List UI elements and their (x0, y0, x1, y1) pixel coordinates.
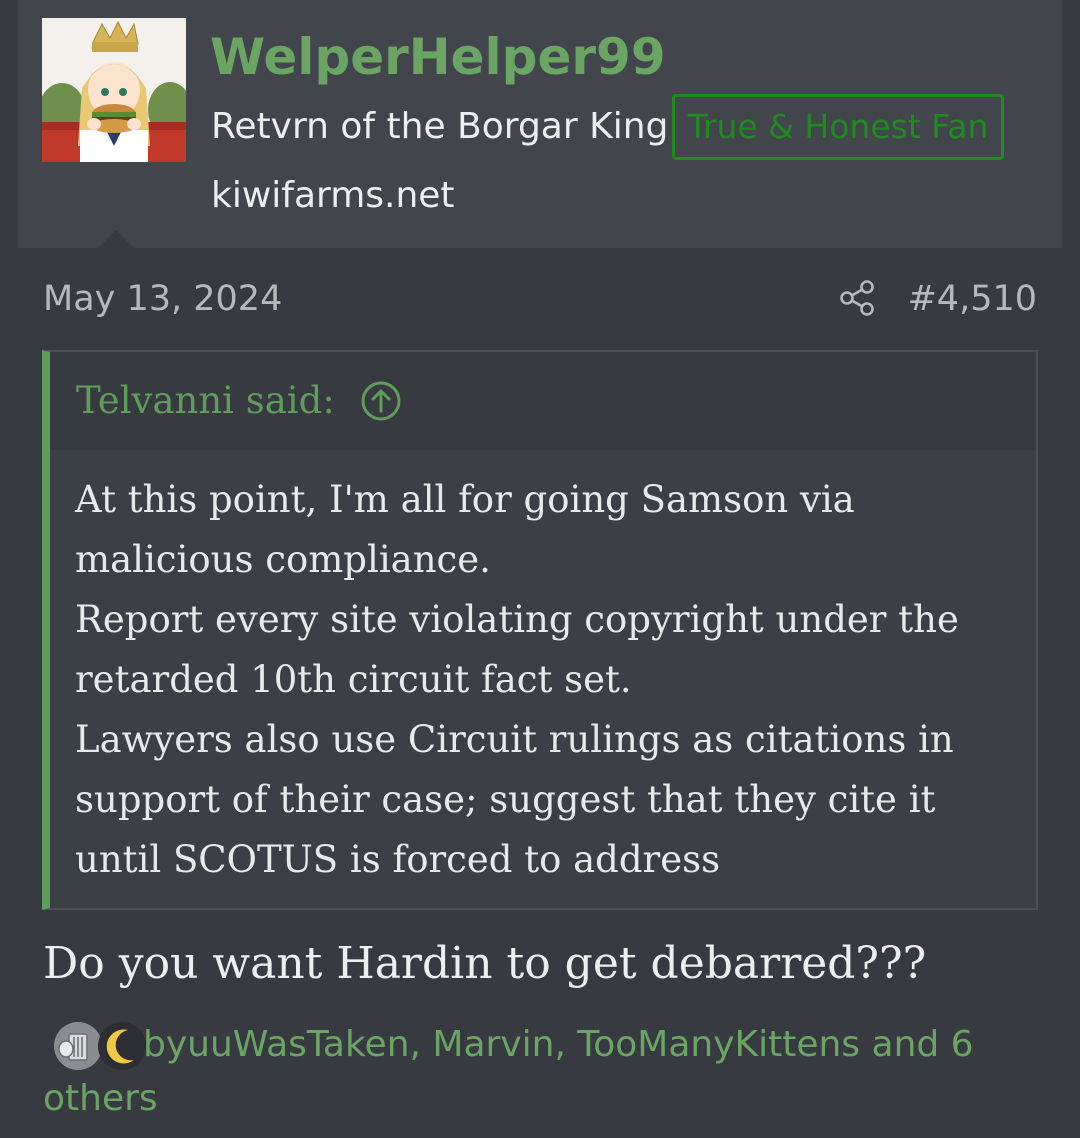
quote-line: support of their case; suggest that they… (75, 778, 936, 821)
post-date[interactable]: May 13, 2024 (43, 274, 282, 324)
reactions-list[interactable]: byuuWasTaken, Marvin, TooManyKittens and… (43, 1018, 1043, 1126)
quote-line: Report every site violating copyright un… (75, 598, 959, 641)
quote-content: At this point, I'm all for going Samson … (75, 470, 1015, 890)
arrow-up-circle-icon[interactable] (360, 380, 402, 422)
anime-girl-burger-crown-avatar-icon (42, 18, 186, 162)
user-site: kiwifarms.net (211, 175, 455, 216)
user-title: Retvrn of the Borgar King (211, 106, 669, 147)
quote-line: until SCOTUS is forced to address (75, 838, 721, 881)
quote-line: At this point, I'm all for going Samson … (75, 478, 855, 521)
user-badge: True & Honest Fan (672, 94, 1004, 160)
forum-post: WelperHelper99 Retvrn of the Borgar King… (18, 0, 1062, 1138)
share-icon[interactable] (838, 278, 878, 318)
quote-line: retarded 10th circuit fact set. (75, 658, 632, 701)
quote-line: malicious compliance. (75, 538, 491, 581)
quote-line: Lawyers also use Circuit rulings as cita… (75, 718, 954, 761)
quote-header[interactable]: Telvanni said: (50, 352, 1036, 450)
quote-author[interactable]: Telvanni said: (76, 376, 335, 426)
post-user-header: WelperHelper99 Retvrn of the Borgar King… (18, 0, 1062, 248)
username[interactable]: WelperHelper99 (210, 24, 666, 90)
post-message: Do you want Hardin to get debarred??? (43, 938, 927, 989)
quote-block: Telvanni said: At this point, I'm all fo… (42, 350, 1038, 910)
post-number[interactable]: #4,510 (907, 274, 1037, 324)
header-pointer (98, 230, 134, 248)
user-avatar[interactable] (42, 18, 186, 162)
